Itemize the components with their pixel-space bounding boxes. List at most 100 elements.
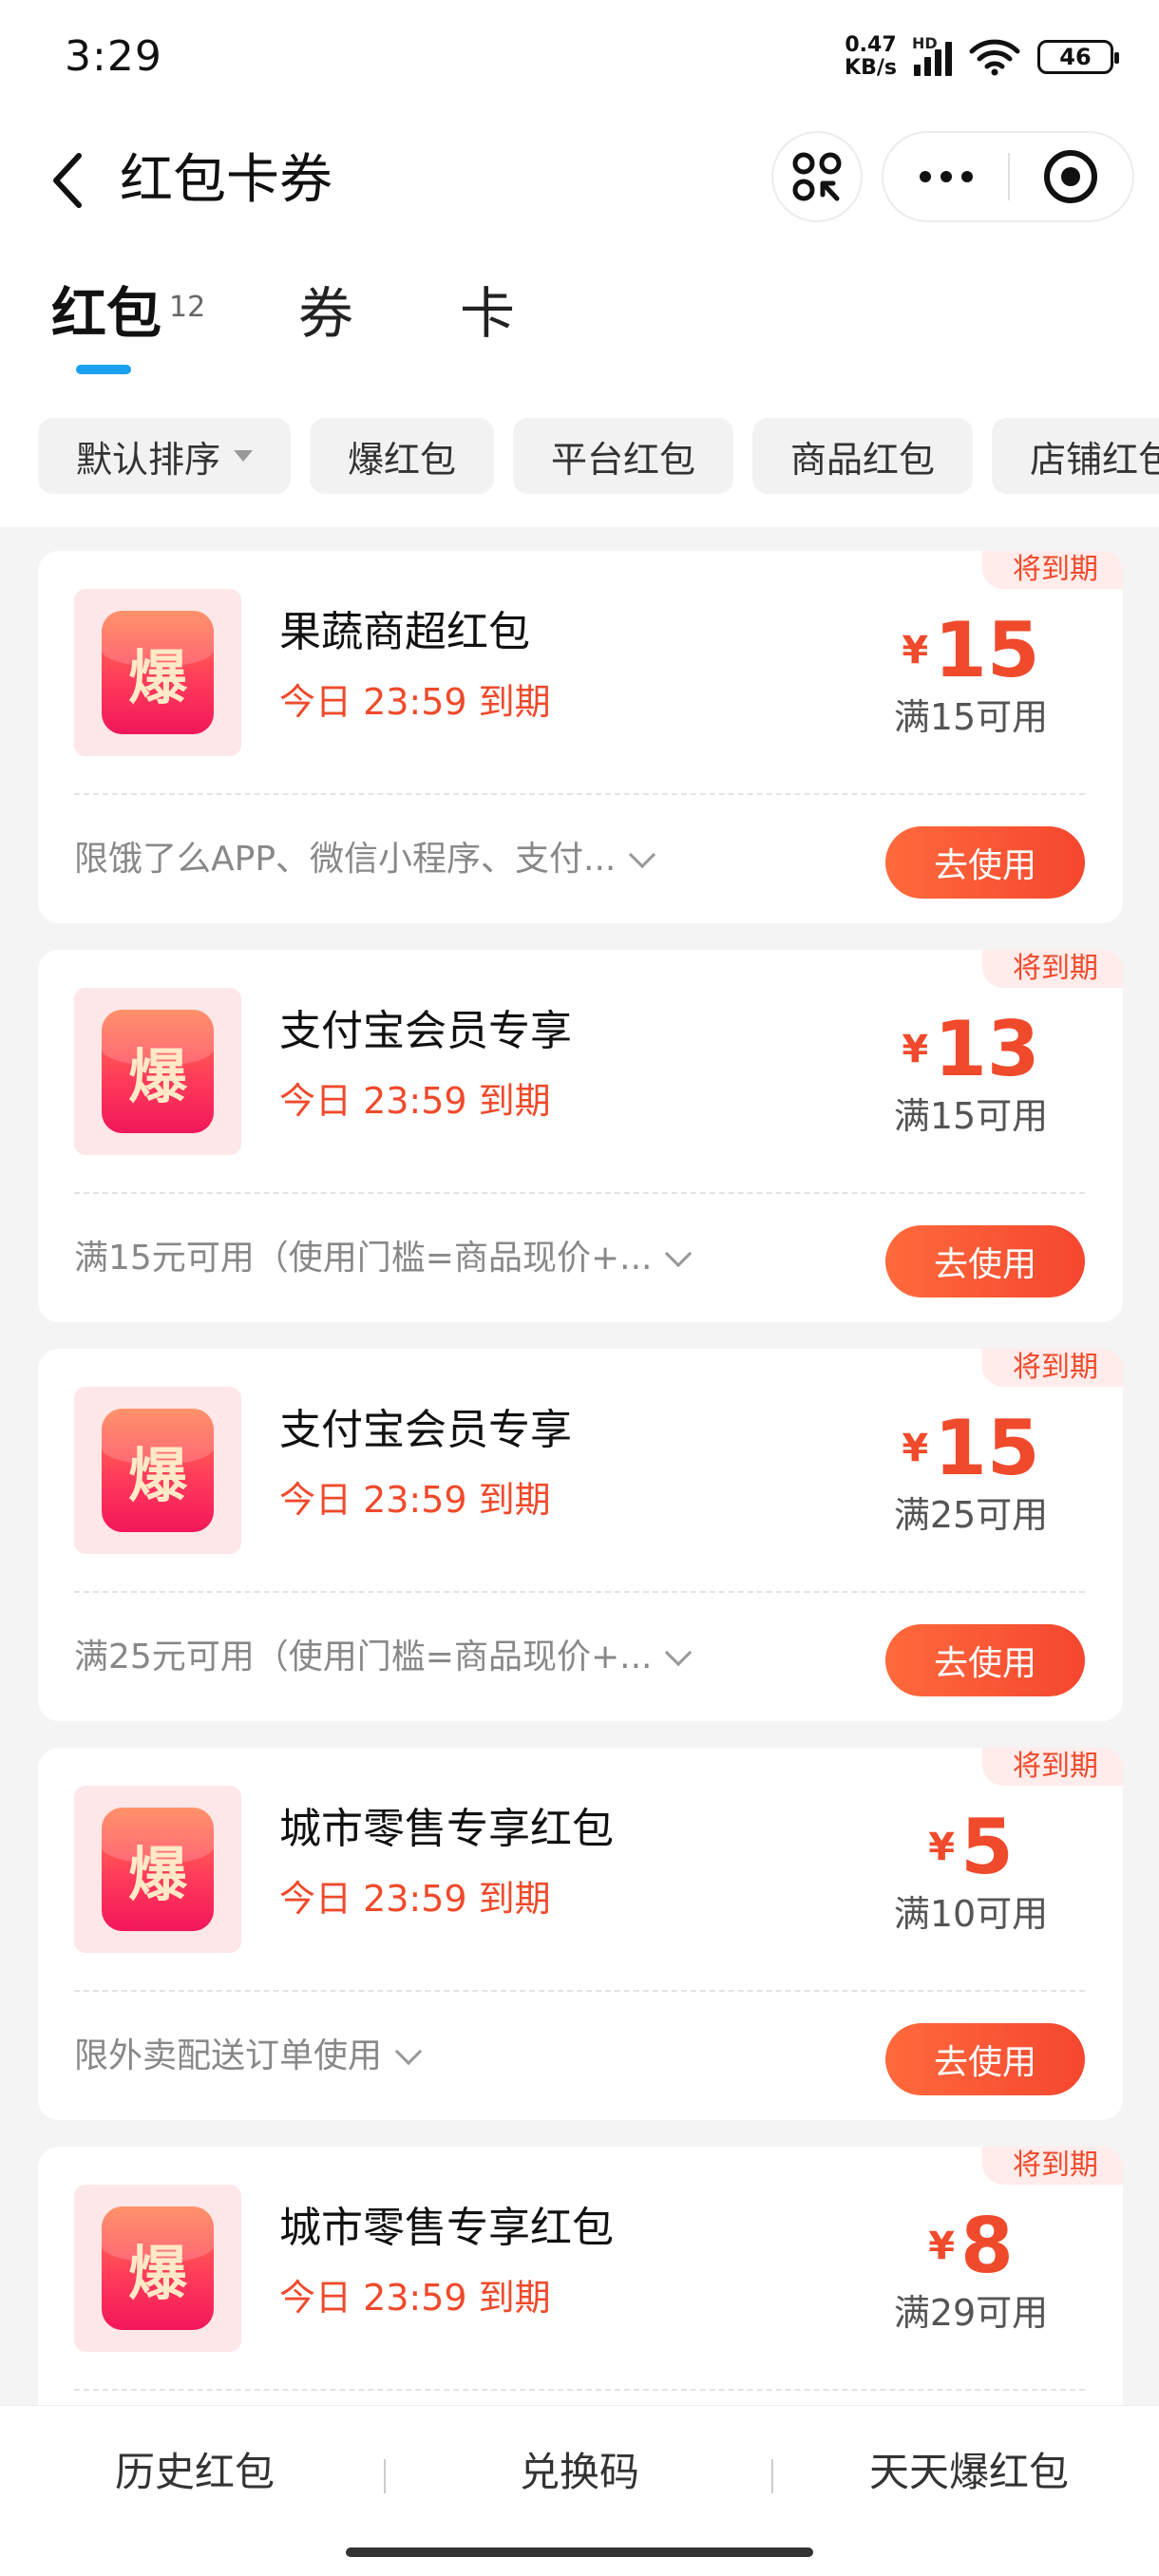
- target-icon: [1044, 150, 1098, 203]
- coupon-title: 支付宝会员专享: [279, 1007, 572, 1055]
- coupon-rule-text: 满15元可用（使用门槛=商品现价+...: [74, 1239, 653, 1278]
- redeem-code-link[interactable]: 兑换码: [437, 2444, 722, 2501]
- coupon-logo: 爆: [74, 1786, 241, 1953]
- coupon-rule-toggle[interactable]: 满15元可用（使用门槛=商品现价+...: [74, 1235, 693, 1282]
- coupon-threshold: 满25可用: [893, 1494, 1049, 1536]
- status-bar: 3:29 0.47 KB/s HD 46: [0, 0, 1159, 114]
- cellular-signal-icon: HD: [912, 34, 952, 76]
- coupon-rule-toggle[interactable]: 限外卖配送订单使用: [74, 2033, 423, 2080]
- coupon-amount: ¥15: [902, 1404, 1040, 1492]
- coupon-title: 城市零售专享红包: [279, 1805, 614, 1853]
- coupon-amount: ¥15: [902, 606, 1040, 694]
- history-hongbao-link[interactable]: 历史红包: [57, 2444, 332, 2501]
- chip-label: 店铺红包: [1030, 438, 1159, 481]
- coupon-threshold: 满29可用: [893, 2292, 1049, 2334]
- tab-label: 券: [298, 281, 354, 346]
- bao-logo-icon: 爆: [102, 2207, 214, 2330]
- tab-hongbao[interactable]: 红包 12: [51, 275, 205, 351]
- chevron-down-icon: [394, 2037, 423, 2066]
- coupon-rule-toggle[interactable]: 限饿了么APP、微信小程序、支付...: [74, 836, 656, 883]
- filter-product-hongbao[interactable]: 商品红包: [752, 418, 974, 494]
- network-speed: 0.47 KB/s: [845, 34, 897, 80]
- expiring-soon-tag: 将到期: [982, 551, 1123, 589]
- chip-label: 平台红包: [551, 438, 696, 481]
- close-miniprogram-button[interactable]: [1010, 133, 1132, 220]
- battery-icon: 46: [1037, 40, 1119, 74]
- chip-label: 商品红包: [790, 438, 936, 481]
- bao-logo-icon: 爆: [102, 1010, 214, 1133]
- tab-label: 卡: [460, 281, 516, 346]
- coupon-title: 城市零售专享红包: [279, 2204, 614, 2252]
- home-indicator[interactable]: [346, 2548, 813, 2557]
- page-title: 红包卡券: [120, 149, 332, 211]
- filter-sort-default[interactable]: 默认排序: [38, 418, 292, 494]
- bottom-separator: [384, 2459, 386, 2493]
- back-button[interactable]: [34, 142, 101, 218]
- card-divider: [74, 1192, 1085, 1194]
- filter-bao-hongbao[interactable]: 爆红包: [310, 418, 495, 494]
- coupon-amount: ¥13: [902, 1005, 1040, 1093]
- coupon-threshold: 满15可用: [893, 1095, 1049, 1137]
- use-coupon-button[interactable]: 去使用: [885, 1225, 1085, 1297]
- bao-logo-icon: 爆: [102, 1808, 214, 1931]
- coupon-logo: 爆: [74, 1387, 241, 1554]
- expiring-soon-tag: 将到期: [982, 1748, 1123, 1786]
- tab-quan[interactable]: 券: [298, 275, 353, 351]
- dropdown-triangle-icon: [234, 450, 254, 462]
- scan-button[interactable]: [771, 131, 863, 222]
- card-divider: [74, 2389, 1085, 2391]
- coupon-logo: 爆: [74, 589, 241, 756]
- more-button[interactable]: [884, 133, 1008, 220]
- coupon-expiry: 今日 23:59 到期: [279, 2277, 551, 2319]
- tab-ka[interactable]: 卡: [460, 275, 515, 351]
- coupon-card: 将到期 爆 果蔬商超红包 今日 23:59 到期 ¥15 满15可用 限饿了么A…: [38, 551, 1123, 923]
- expiring-soon-tag: 将到期: [982, 2147, 1123, 2185]
- daily-bao-hongbao-link[interactable]: 天天爆红包: [817, 2444, 1121, 2501]
- tab-count-badge: 12: [169, 291, 206, 324]
- status-time: 3:29: [65, 32, 162, 81]
- bottom-separator: [771, 2459, 773, 2493]
- coupon-logo: 爆: [74, 988, 241, 1155]
- chevron-down-icon: [629, 841, 656, 869]
- nav-bar: 红包卡券: [0, 123, 1159, 237]
- back-arrow-icon: [53, 153, 82, 208]
- coupon-amount: ¥5: [928, 1803, 1014, 1891]
- network-speed-value: 0.47: [845, 33, 897, 57]
- tab-active-indicator: [76, 365, 131, 374]
- expiring-soon-tag: 将到期: [982, 950, 1123, 988]
- chip-label: 默认排序: [76, 438, 221, 481]
- coupon-rule-toggle[interactable]: 满25元可用（使用门槛=商品现价+...: [74, 1634, 693, 1681]
- tab-label: 红包: [51, 281, 162, 346]
- card-divider: [74, 1591, 1085, 1593]
- coupon-rule-text: 限外卖配送订单使用: [74, 2036, 383, 2075]
- coupon-expiry: 今日 23:59 到期: [279, 1080, 551, 1122]
- filter-store-hongbao[interactable]: 店铺红包: [992, 418, 1159, 494]
- more-dot-icon: [919, 171, 931, 182]
- coupon-expiry: 今日 23:59 到期: [279, 1878, 551, 1920]
- chevron-down-icon: [665, 1638, 693, 1667]
- scan-icon: [792, 152, 842, 201]
- more-dot-icon: [960, 171, 973, 182]
- coupon-expiry: 今日 23:59 到期: [279, 681, 551, 723]
- bao-logo-icon: 爆: [102, 1409, 214, 1532]
- coupon-threshold: 满10可用: [893, 1893, 1049, 1935]
- coupon-expiry: 今日 23:59 到期: [279, 1479, 551, 1521]
- card-divider: [74, 1990, 1085, 1992]
- more-dot-icon: [940, 171, 952, 182]
- use-coupon-button[interactable]: 去使用: [885, 1624, 1085, 1696]
- hd-label: HD: [912, 34, 938, 52]
- bao-logo-icon: 爆: [102, 611, 214, 734]
- card-divider: [74, 793, 1085, 795]
- filter-platform-hongbao[interactable]: 平台红包: [513, 418, 734, 494]
- coupon-threshold: 满15可用: [893, 696, 1049, 738]
- coupon-rule-text: 限饿了么APP、微信小程序、支付...: [74, 840, 617, 879]
- chevron-down-icon: [665, 1240, 693, 1268]
- coupon-title: 果蔬商超红包: [279, 608, 530, 656]
- use-coupon-button[interactable]: 去使用: [885, 2023, 1085, 2095]
- coupon-card: 将到期 爆 城市零售专享红包 今日 23:59 到期 ¥5 满10可用 限外卖配…: [38, 1748, 1123, 2120]
- coupon-logo: 爆: [74, 2185, 241, 2352]
- use-coupon-button[interactable]: 去使用: [885, 826, 1085, 899]
- status-icons: 0.47 KB/s HD 46: [845, 34, 1119, 80]
- coupon-card: 将到期 爆 支付宝会员专享 今日 23:59 到期 ¥13 满15可用 满15元…: [38, 950, 1123, 1322]
- coupon-amount: ¥8: [928, 2202, 1014, 2290]
